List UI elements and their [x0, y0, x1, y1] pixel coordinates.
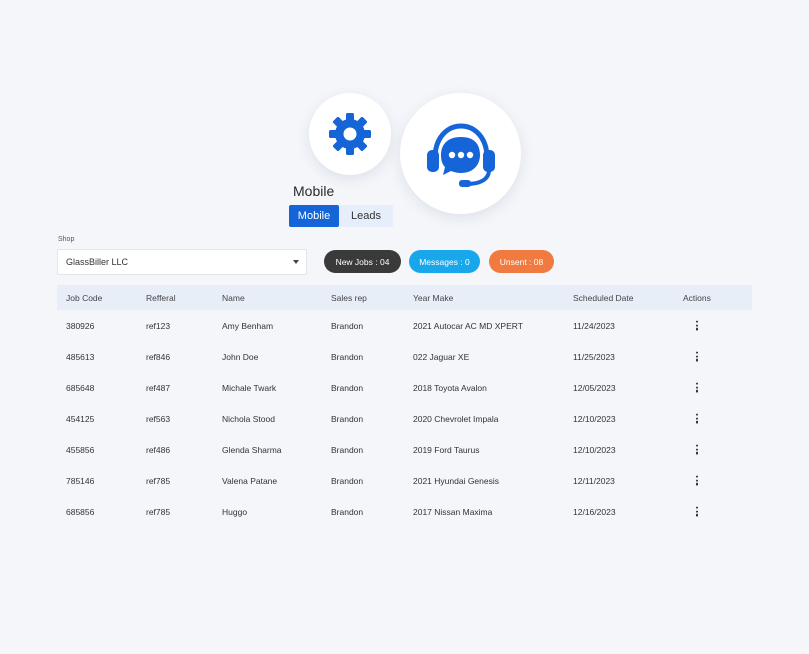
refferal-cell: ref487 [146, 382, 171, 393]
shop-select-value: GlassBiller LLC [66, 257, 129, 267]
more-vertical-icon[interactable] [694, 381, 700, 394]
year-make-cell: 2018 Toyota Avalon [413, 382, 487, 393]
year-make-cell: 2020 Chevrolet Impala [413, 413, 499, 424]
tab-bar: Mobile Leads [289, 205, 393, 227]
more-vertical-icon[interactable] [694, 505, 700, 518]
job-code-cell: 455856 [66, 444, 95, 455]
sales-rep-cell: Brandon [331, 320, 364, 331]
name-cell: Huggo [222, 506, 248, 517]
more-vertical-icon[interactable] [694, 474, 700, 487]
job-code-cell: 380926 [66, 320, 95, 331]
refferal-cell: ref785 [146, 506, 171, 517]
scheduled-date-cell: 11/25/2023 [573, 351, 615, 362]
new-jobs-badge[interactable]: New Jobs : 04 [324, 250, 401, 273]
more-vertical-icon[interactable] [694, 412, 700, 425]
job-code-cell: 685856 [66, 506, 95, 517]
sales-rep-cell: Brandon [331, 413, 364, 424]
refferal-cell: ref563 [146, 413, 171, 424]
name-cell: John Doe [222, 351, 259, 362]
refferal-cell: ref785 [146, 475, 171, 486]
table-row[interactable]: 455856 ref486 Glenda Sharma Brandon 2019 For… [57, 434, 752, 465]
table-row[interactable]: 485613 ref846 John Doe Brandon 022 Jaguar XE… [57, 341, 752, 372]
column-header-actions: Actions [683, 292, 711, 303]
name-cell: Valena Patane [222, 475, 278, 486]
refferal-cell: ref486 [146, 444, 171, 455]
name-cell: Glenda Sharma [222, 444, 282, 455]
sales-rep-cell: Brandon [331, 382, 364, 393]
scheduled-date-cell: 12/16/2023 [573, 506, 616, 517]
refferal-cell: ref846 [146, 351, 171, 362]
column-header-refferal[interactable]: Refferal [146, 293, 176, 303]
scheduled-date-cell: 12/10/2023 [573, 444, 616, 455]
settings-circle[interactable] [309, 93, 391, 175]
job-code-cell: 685648 [66, 382, 95, 393]
scheduled-date-cell: 12/10/2023 [573, 413, 616, 424]
scheduled-date-cell: 12/05/2023 [573, 382, 616, 393]
table-row[interactable]: 454125 ref563 Nichola Stood Brandon 2020 Che… [57, 403, 752, 434]
name-cell: Michale Twark [222, 382, 277, 393]
gear-icon [329, 113, 371, 155]
messages-badge[interactable]: Messages : 0 [409, 250, 480, 273]
column-header-scheduled-date[interactable]: Scheduled Date [573, 293, 634, 303]
column-header-job-code[interactable]: Job Code [66, 293, 102, 303]
tab-leads[interactable]: Leads [339, 205, 393, 227]
sales-rep-cell: Brandon [331, 506, 364, 517]
sales-rep-cell: Brandon [331, 351, 364, 362]
table-row[interactable]: 685648 ref487 Michale Twark Brandon 2018 Toy… [57, 372, 752, 403]
sales-rep-cell: Brandon [331, 475, 364, 486]
table-body: 380926 ref123 Amy Benham Brandon 2021 Autoca… [57, 310, 752, 527]
jobs-table: Job Code Refferal Name Sales rep Year Ma… [57, 285, 752, 527]
table-row[interactable]: 380926 ref123 Amy Benham Brandon 2021 Autoca… [57, 310, 752, 341]
unsent-badge[interactable]: Unsent : 08 [489, 250, 554, 273]
table-row[interactable]: 785146 ref785 Valena Patane Brandon 2021 Hyu… [57, 465, 752, 496]
table-row[interactable]: 685856 ref785 Huggo Brandon 2017 Nissan Maxi… [57, 496, 752, 527]
year-make-cell: 2021 Autocar AC MD XPERT [413, 320, 523, 331]
table-header: Job Code Refferal Name Sales rep Year Ma… [57, 285, 752, 310]
more-vertical-icon[interactable] [694, 443, 700, 456]
job-code-cell: 785146 [66, 475, 95, 486]
shop-select[interactable]: GlassBiller LLC [57, 249, 307, 275]
column-header-year-make[interactable]: Year Make [413, 293, 453, 303]
year-make-cell: 2019 Ford Taurus [413, 444, 480, 455]
year-make-cell: 022 Jaguar XE [413, 351, 470, 362]
headset-chat-icon [426, 122, 495, 187]
shop-label: Shop [58, 236, 75, 243]
job-code-cell: 454125 [66, 413, 95, 424]
tab-mobile[interactable]: Mobile [289, 205, 339, 227]
year-make-cell: 2021 Hyundai Genesis [413, 475, 500, 486]
scheduled-date-cell: 12/11/2023 [573, 475, 615, 486]
scheduled-date-cell: 11/24/2023 [573, 320, 615, 331]
chevron-down-icon [293, 260, 299, 264]
more-vertical-icon[interactable] [694, 319, 700, 332]
support-circle[interactable] [400, 93, 521, 214]
column-header-name[interactable]: Name [222, 293, 245, 303]
sales-rep-cell: Brandon [331, 444, 364, 455]
name-cell: Amy Benham [222, 320, 274, 331]
name-cell: Nichola Stood [222, 413, 275, 424]
job-code-cell: 485613 [66, 351, 95, 362]
year-make-cell: 2017 Nissan Maxima [413, 506, 493, 517]
more-vertical-icon[interactable] [694, 350, 700, 363]
section-title: Mobile [293, 183, 335, 199]
column-header-sales-rep[interactable]: Sales rep [331, 293, 367, 303]
page: Mobile Mobile Leads Shop GlassBiller LLC… [0, 0, 809, 654]
refferal-cell: ref123 [146, 320, 171, 331]
